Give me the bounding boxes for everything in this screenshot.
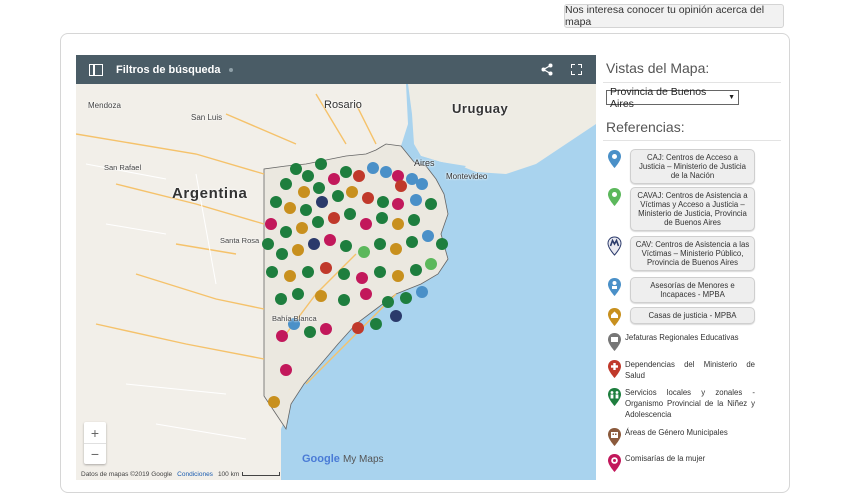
ref-label[interactable]: Áreas de Género Municipales (625, 427, 755, 438)
map-attribution: Datos de mapas ©2019 Google (81, 470, 173, 478)
chevron-down-icon: ▼ (728, 94, 735, 101)
map-view-select[interactable]: Provincia de Buenos Aires ▼ (606, 86, 739, 110)
label-argentina: Argentina (172, 185, 248, 202)
divider (603, 82, 781, 83)
map-container[interactable]: Filtros de búsqueda Rosario Uruguay Mend… (76, 55, 596, 480)
zoom-out-button[interactable]: − (84, 443, 106, 464)
google-mymaps-logo: Google My Maps (302, 453, 384, 465)
referencias-title: Referencias: (606, 119, 685, 135)
ref-label[interactable]: Casas de justicia - MPBA (630, 307, 755, 324)
ref-label[interactable]: CAVAJ: Centros de Asistencia a Víctimas … (630, 187, 755, 231)
ref-item-salud[interactable]: Dependencias del Ministerio de Salud (606, 359, 755, 381)
label-san-rafael: San Rafael (104, 163, 142, 172)
ref-item-casas-justicia[interactable]: Casas de justicia - MPBA (606, 307, 755, 327)
mymaps-logo-text: My Maps (342, 454, 384, 465)
ref-label[interactable]: CAJ: Centros de Acceso a Justicia – Mini… (630, 149, 755, 184)
comisaria-pin-icon (608, 454, 621, 472)
cav-pin-icon (607, 236, 622, 256)
vistas-title: Vistas del Mapa: (606, 60, 710, 76)
ref-item-genero[interactable]: Áreas de Género Municipales (606, 427, 755, 447)
ref-label[interactable]: CAV: Centros de Asistencia a las Víctima… (630, 236, 755, 271)
blue-pin-icon (608, 150, 621, 168)
label-rosario: Rosario (324, 99, 362, 111)
terms-link[interactable]: Condiciones (177, 471, 213, 478)
map-footer: Datos de mapas ©2019 Google Condiciones … (76, 468, 596, 480)
label-uruguay: Uruguay (452, 101, 509, 116)
share-icon[interactable] (541, 63, 553, 76)
salud-pin-icon (608, 360, 621, 378)
ref-label[interactable]: Comisarías de la mujer (625, 453, 755, 464)
scale-bar (242, 472, 281, 476)
ninez-pin-icon (608, 388, 621, 406)
ref-item-cav[interactable]: CAV: Centros de Asistencia a las Víctima… (606, 236, 755, 271)
ref-item-cavaj[interactable]: CAVAJ: Centros de Asistencia a Víctimas … (606, 187, 755, 231)
asesoria-pin-icon (608, 278, 621, 296)
map-view-selected: Provincia de Buenos Aires (610, 85, 707, 110)
green-pin-icon (608, 188, 621, 206)
map-title: Filtros de búsqueda (116, 63, 221, 76)
casa-justicia-pin-icon (608, 308, 621, 326)
ref-label[interactable]: Jefaturas Regionales Educativas (625, 332, 755, 343)
label-san-luis: San Luis (191, 113, 223, 122)
ref-label[interactable]: Dependencias del Ministerio de Salud (625, 359, 755, 381)
label-montevideo: Montevideo (446, 172, 488, 181)
jefatura-pin-icon (608, 333, 621, 351)
label-aires: Aires (414, 158, 435, 168)
ref-item-comisarias[interactable]: Comisarías de la mujer (606, 453, 755, 473)
ref-item-asesorias[interactable]: Asesorías de Menores e Incapaces - MPBA (606, 277, 755, 303)
sidebar-toggle-icon[interactable] (89, 63, 103, 76)
divider (603, 140, 781, 141)
uruguay-land (408, 84, 596, 174)
title-dot-icon (228, 67, 233, 72)
zoom-controls: + − (84, 422, 106, 464)
zoom-in-button[interactable]: + (84, 422, 106, 443)
label-santa-rosa: Santa Rosa (220, 236, 260, 245)
map-canvas[interactable] (76, 84, 596, 480)
label-bahia-blanca: Bahía Blanca (272, 314, 317, 323)
label-mendoza: Mendoza (88, 101, 121, 110)
feedback-button[interactable]: Nos interesa conocer tu opinión acerca d… (564, 4, 784, 28)
genero-pin-icon (608, 428, 621, 446)
ref-item-ninez[interactable]: Servicios locales y zonales - Organismo … (606, 387, 755, 420)
scale-label: 100 km (217, 470, 240, 478)
fullscreen-icon[interactable] (571, 64, 582, 75)
map-header: Filtros de búsqueda (76, 55, 596, 84)
ref-label[interactable]: Servicios locales y zonales - Organismo … (625, 387, 755, 420)
ref-item-jefaturas[interactable]: Jefaturas Regionales Educativas (606, 332, 755, 352)
ref-label[interactable]: Asesorías de Menores e Incapaces - MPBA (630, 277, 755, 303)
google-logo-text: Google (302, 453, 340, 465)
ref-item-caj[interactable]: CAJ: Centros de Acceso a Justicia – Mini… (606, 149, 755, 184)
